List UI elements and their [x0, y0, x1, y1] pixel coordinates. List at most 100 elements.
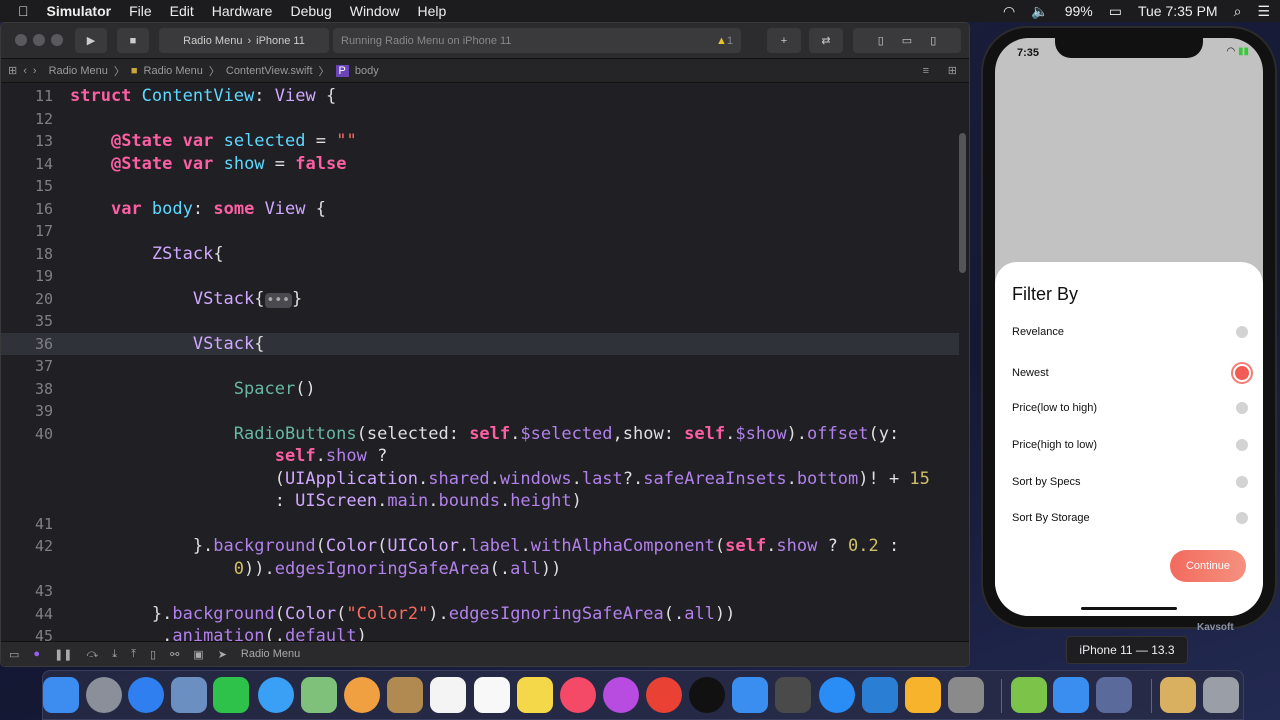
- volume-icon[interactable]: 🔈: [1031, 3, 1048, 20]
- back-button[interactable]: ‹: [23, 65, 27, 77]
- spotlight-icon[interactable]: ⌕: [1234, 3, 1242, 20]
- code-line[interactable]: (UIApplication.shared.windows.last?.safe…: [1, 468, 959, 491]
- filter-option[interactable]: Revelance: [1012, 326, 1248, 338]
- radio-button[interactable]: [1236, 439, 1248, 451]
- code-line[interactable]: 16 var body: some View {: [1, 198, 959, 221]
- run-button[interactable]: ▶: [75, 28, 107, 53]
- dock-music-icon[interactable]: [560, 677, 596, 713]
- filter-option[interactable]: Price(low to high): [1012, 402, 1248, 414]
- code-line[interactable]: 41: [1, 513, 959, 536]
- scheme-selector[interactable]: Radio Menu › iPhone 11: [159, 28, 329, 53]
- radio-button[interactable]: [1236, 512, 1248, 524]
- close-button[interactable]: [15, 34, 27, 46]
- battery-percent[interactable]: 99%: [1065, 3, 1093, 19]
- dock-tv-icon[interactable]: [689, 677, 725, 713]
- filter-option[interactable]: Sort by Specs: [1012, 476, 1248, 488]
- notification-center-icon[interactable]: ☰: [1257, 3, 1270, 20]
- dock-notes-icon[interactable]: [517, 677, 553, 713]
- code-line[interactable]: 17: [1, 220, 959, 243]
- zoom-button[interactable]: [51, 34, 63, 46]
- code-line[interactable]: : UIScreen.main.bounds.height): [1, 490, 959, 513]
- code-review-button[interactable]: ⇄: [809, 28, 843, 53]
- code-line[interactable]: 11 struct ContentView: View {: [1, 85, 959, 108]
- dock-android-studio-icon[interactable]: [1011, 677, 1047, 713]
- dock-preview-icon[interactable]: [171, 677, 207, 713]
- dock-calendar-icon[interactable]: [430, 677, 466, 713]
- radio-button[interactable]: [1236, 402, 1248, 414]
- battery-icon[interactable]: ▭: [1109, 3, 1122, 20]
- code-line[interactable]: 19: [1, 265, 959, 288]
- dock-xcode-icon[interactable]: [732, 677, 768, 713]
- code-line[interactable]: 40 RadioButtons(selected: self.$selected…: [1, 423, 959, 446]
- dock-facetime-icon[interactable]: [213, 677, 249, 713]
- debug-target[interactable]: Radio Menu: [241, 648, 300, 660]
- navigator-toggle-icon[interactable]: ▯: [878, 34, 884, 47]
- radio-button[interactable]: [1236, 476, 1248, 488]
- code-line[interactable]: 0)).edgesIgnoringSafeArea(.all)): [1, 558, 959, 581]
- forward-button[interactable]: ›: [33, 65, 37, 77]
- editor-options-icon[interactable]: ≡: [923, 65, 929, 77]
- code-line[interactable]: 36 VStack{: [1, 332, 959, 355]
- breadcrumb-symbol[interactable]: body: [355, 65, 379, 77]
- clock[interactable]: Tue 7:35 PM: [1138, 3, 1218, 19]
- warning-icon[interactable]: ▲: [716, 35, 727, 47]
- breadcrumb-project[interactable]: Radio Menu: [49, 65, 108, 77]
- code-line[interactable]: 14 @State var show = false: [1, 153, 959, 176]
- view-debugger-icon[interactable]: ▯: [150, 648, 156, 661]
- dock-quicktime-icon[interactable]: [1096, 677, 1132, 713]
- dock-system-preferences-icon[interactable]: [948, 677, 984, 713]
- menu-help[interactable]: Help: [418, 3, 447, 19]
- library-button[interactable]: +: [767, 28, 801, 53]
- dock-trash-icon[interactable]: [1203, 677, 1239, 713]
- memory-graph-icon[interactable]: ⚯: [170, 648, 179, 661]
- dock-sketch-icon[interactable]: [905, 677, 941, 713]
- filter-option[interactable]: Sort By Storage: [1012, 512, 1248, 524]
- code-line[interactable]: 13 @State var selected = "": [1, 130, 959, 153]
- environment-overrides-icon[interactable]: ▣: [193, 648, 203, 661]
- menu-app[interactable]: Simulator: [47, 3, 112, 19]
- dock-safari-icon[interactable]: [128, 677, 164, 713]
- dock-podcasts-icon[interactable]: [603, 677, 639, 713]
- menu-hardware[interactable]: Hardware: [212, 3, 273, 19]
- panel-toggles[interactable]: ▯ ▭ ▯: [853, 28, 961, 53]
- dock-contacts-icon[interactable]: [387, 677, 423, 713]
- code-line[interactable]: 45 .animation(.default): [1, 625, 959, 642]
- dock-app-store-icon[interactable]: [819, 677, 855, 713]
- menu-edit[interactable]: Edit: [170, 3, 194, 19]
- breadcrumb-group[interactable]: Radio Menu: [144, 65, 203, 77]
- dock-vscode-icon[interactable]: [862, 677, 898, 713]
- filter-option[interactable]: Price(high to low): [1012, 439, 1248, 451]
- dock-messages-icon[interactable]: [258, 677, 294, 713]
- dock-reminders-icon[interactable]: [474, 677, 510, 713]
- debug-area-toggle-icon[interactable]: ▭: [902, 34, 912, 47]
- dock-final-cut-pro-icon[interactable]: [775, 677, 811, 713]
- dock-launchpad-icon[interactable]: [86, 677, 122, 713]
- stop-button[interactable]: ■: [117, 28, 149, 53]
- minimize-button[interactable]: [33, 34, 45, 46]
- code-line[interactable]: 15: [1, 175, 959, 198]
- inspector-toggle-icon[interactable]: ▯: [930, 34, 936, 47]
- code-line[interactable]: 43: [1, 580, 959, 603]
- code-line[interactable]: 44 }.background(Color("Color2").edgesIgn…: [1, 603, 959, 626]
- location-icon[interactable]: ➤: [218, 648, 227, 661]
- menu-debug[interactable]: Debug: [290, 3, 331, 19]
- breadcrumb-file[interactable]: ContentView.swift: [226, 65, 313, 77]
- continue-button[interactable]: Continue: [1170, 550, 1246, 582]
- step-into-icon[interactable]: ⤓: [112, 648, 117, 661]
- dock-photos-icon[interactable]: [344, 677, 380, 713]
- dock-maps-icon[interactable]: [301, 677, 337, 713]
- dock-chrome-icon[interactable]: [646, 677, 682, 713]
- dock-finder-icon[interactable]: [43, 677, 79, 713]
- code-line[interactable]: 35: [1, 310, 959, 333]
- code-line[interactable]: 18 ZStack{: [1, 243, 959, 266]
- code-line[interactable]: self.show ?: [1, 445, 959, 468]
- breakpoints-toggle-icon[interactable]: ●: [33, 648, 40, 660]
- code-line[interactable]: 38 Spacer(): [1, 378, 959, 401]
- pause-icon[interactable]: ❚❚: [54, 648, 72, 661]
- apple-icon[interactable]: : [18, 3, 29, 19]
- radio-button[interactable]: [1233, 364, 1251, 382]
- code-line[interactable]: 42 }.background(Color(UIColor.label.with…: [1, 535, 959, 558]
- phone-screen[interactable]: 7:35 ◠ ▮▮ Filter By Revelance Newest Price…: [995, 38, 1263, 616]
- dock-archive-utility-icon[interactable]: [1160, 677, 1196, 713]
- code-line[interactable]: 39: [1, 400, 959, 423]
